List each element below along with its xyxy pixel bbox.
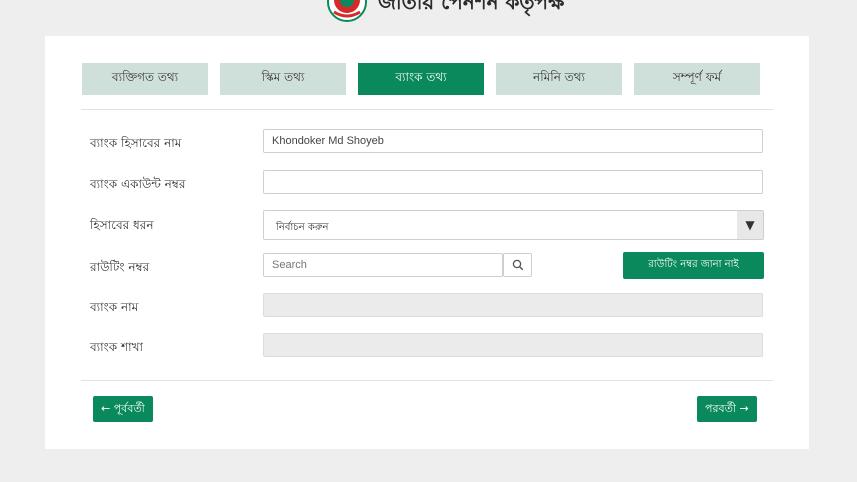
tab-bank-info[interactable]: ব্যাংক তথ্য [358, 63, 484, 95]
search-icon [512, 259, 523, 271]
account-type-label: হিসাবের ধরন [90, 218, 154, 232]
form-step-tabs: ব্যক্তিগত তথ্য স্কিম তথ্য ব্যাংক তথ্য নম… [45, 36, 809, 110]
bank-name-label: ব্যাংক নাম [90, 300, 139, 314]
divider [81, 380, 773, 381]
next-button[interactable]: পরবর্তী → [697, 396, 757, 422]
routing-number-label: রাউটিং নম্বর [90, 260, 150, 274]
row-account-type: হিসাবের ধরন নির্বাচন করুন ▼ [45, 210, 809, 240]
tab-complete-form[interactable]: সম্পূর্ণ ফর্ম [634, 63, 760, 95]
site-title: জাতীয় পেনশন কর্তৃপক্ষ [378, 0, 565, 14]
row-account-number: ব্যাংক একাউন্ট নম্বর [45, 170, 809, 196]
previous-button[interactable]: ← পূর্ববর্তী [93, 396, 153, 422]
routing-number-unknown-button[interactable]: রাউটিং নম্বর জানা নাই [623, 252, 764, 279]
row-bank-name: ব্যাংক নাম [45, 293, 809, 319]
account-number-label: ব্যাংক একাউন্ট নম্বর [90, 177, 186, 191]
account-number-input[interactable] [263, 170, 763, 194]
divider [81, 109, 773, 110]
account-name-label: ব্যাংক হিসাবের নাম [90, 136, 182, 150]
bank-info-form-card: ব্যক্তিগত তথ্য স্কিম তথ্য ব্যাংক তথ্য নম… [45, 36, 809, 449]
account-name-input[interactable] [263, 129, 763, 153]
routing-search-button[interactable] [503, 253, 532, 277]
government-emblem-icon [327, 0, 367, 22]
row-account-name: ব্যাংক হিসাবের নাম [45, 129, 809, 155]
tab-personal-info[interactable]: ব্যক্তিগত তথ্য [82, 63, 208, 95]
account-type-selected-value: নির্বাচন করুন [276, 222, 329, 233]
tab-nominee-info[interactable]: নমিনি তথ্য [496, 63, 622, 95]
top-header: জাতীয় পেনশন কর্তৃপক্ষ [0, 0, 857, 22]
account-type-select[interactable]: নির্বাচন করুন ▼ [263, 210, 764, 240]
row-routing-number: রাউটিং নম্বর রাউটিং নম্বর জানা নাই [45, 252, 809, 279]
bank-branch-label: ব্যাংক শাখা [90, 340, 143, 354]
bank-branch-input [263, 333, 763, 357]
bank-name-input [263, 293, 763, 317]
routing-number-search-input[interactable] [263, 253, 503, 277]
tab-scheme-info[interactable]: স্কিম তথ্য [220, 63, 346, 95]
row-bank-branch: ব্যাংক শাখা [45, 333, 809, 359]
caret-down-icon[interactable]: ▼ [737, 211, 763, 239]
